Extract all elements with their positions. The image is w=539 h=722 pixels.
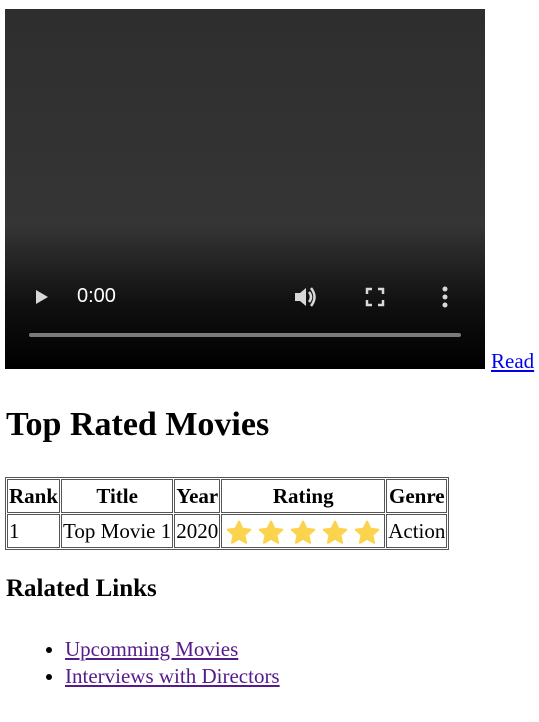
more-options-icon[interactable] bbox=[441, 285, 449, 309]
star-icon bbox=[322, 520, 348, 544]
read-link[interactable]: Read bbox=[491, 349, 534, 374]
movies-table: Rank Title Year Rating Genre 1 Top Movie… bbox=[5, 477, 450, 550]
fullscreen-icon[interactable] bbox=[365, 287, 385, 307]
table-header-row: Rank Title Year Rating Genre bbox=[7, 479, 448, 513]
cell-genre: Action bbox=[386, 514, 448, 548]
link-upcoming-movies[interactable]: Upcomming Movies bbox=[65, 637, 238, 661]
list-item: Upcomming Movies bbox=[65, 636, 280, 663]
video-time: 0:00 bbox=[77, 285, 116, 307]
header-title: Title bbox=[61, 479, 174, 513]
table-row: 1 Top Movie 1 2020 Action bbox=[7, 514, 448, 548]
header-year: Year bbox=[174, 479, 221, 513]
volume-icon[interactable] bbox=[292, 285, 320, 309]
header-genre: Genre bbox=[386, 479, 448, 513]
cell-year: 2020 bbox=[174, 514, 221, 548]
video-progress-bar[interactable] bbox=[29, 333, 461, 337]
star-icon bbox=[258, 520, 284, 544]
header-rating: Rating bbox=[221, 479, 386, 513]
header-rank: Rank bbox=[7, 479, 61, 513]
cell-rating bbox=[221, 514, 386, 548]
star-icon bbox=[226, 520, 252, 544]
link-director-interviews[interactable]: Interviews with Directors bbox=[65, 664, 280, 688]
page-title: Top Rated Movies bbox=[6, 406, 270, 443]
star-icon bbox=[354, 520, 380, 544]
video-player[interactable]: 0:00 bbox=[5, 9, 485, 369]
cell-title: Top Movie 1 bbox=[61, 514, 174, 548]
related-links-heading: Ralated Links bbox=[6, 575, 157, 602]
list-item: Interviews with Directors bbox=[65, 663, 280, 690]
cell-rank: 1 bbox=[7, 514, 61, 548]
related-links-list: Upcomming Movies Interviews with Directo… bbox=[25, 636, 280, 690]
star-icon bbox=[290, 520, 316, 544]
play-icon[interactable] bbox=[31, 287, 51, 307]
